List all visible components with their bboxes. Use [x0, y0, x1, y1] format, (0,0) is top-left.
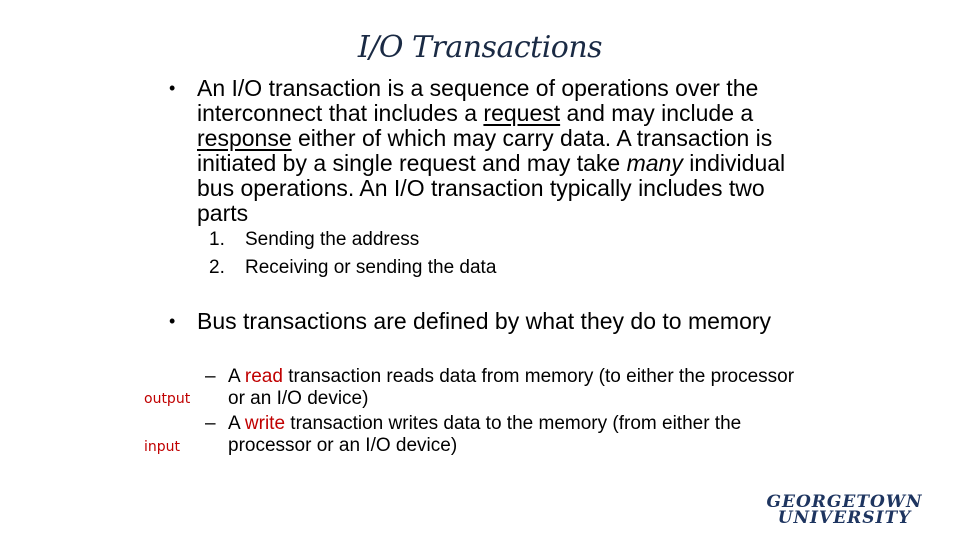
georgetown-logo: GEORGETOWN UNIVERSITY — [766, 492, 923, 528]
underlined-response: response — [197, 125, 292, 151]
keyword-write: write — [244, 413, 286, 434]
numbered-item-2: 2. Receiving or sending the data — [209, 257, 497, 278]
text: and may include a — [560, 100, 754, 126]
label-output: output — [144, 391, 191, 407]
italic-many: many — [626, 150, 683, 176]
underlined-request: request — [483, 100, 561, 126]
bullet-io-transaction: • An I/O transaction is a sequence of op… — [169, 76, 817, 226]
label-input: input — [144, 439, 181, 455]
bullet-dot: • — [169, 311, 176, 331]
bullet-dot: • — [169, 78, 176, 98]
numbered-item-1: 1. Sending the address — [209, 229, 420, 250]
keyword-read: read — [244, 366, 283, 387]
bullet-bus-transactions: • Bus transactions are defined by what t… — [169, 308, 772, 334]
slide-title: I/O Transactions — [357, 30, 603, 65]
